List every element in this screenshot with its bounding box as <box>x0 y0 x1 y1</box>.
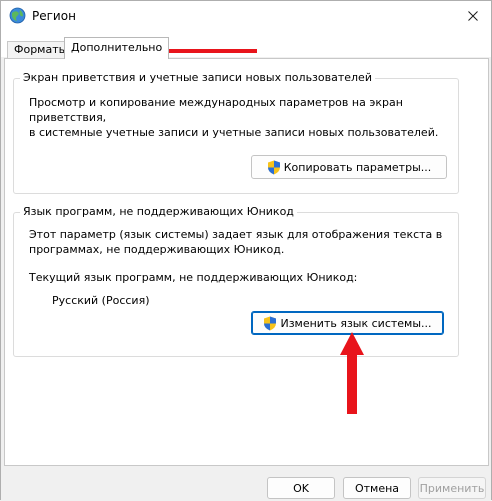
globe-icon <box>9 7 26 24</box>
current-language-value: Русский (Россия) <box>52 294 150 307</box>
ok-button[interactable]: OK <box>267 477 335 499</box>
tab-panel-advanced: Экран приветствия и учетные записи новых… <box>4 58 489 466</box>
window-title: Регион <box>32 9 76 23</box>
copy-settings-button[interactable]: Копировать параметры... <box>251 155 447 179</box>
change-system-locale-button[interactable]: Изменить язык системы... <box>251 311 444 335</box>
dialog-footer: OK Отмена Применить <box>1 466 491 501</box>
welcome-description-line1: Просмотр и копирование международных пар… <box>29 96 403 124</box>
close-icon <box>468 11 478 21</box>
current-language-label: Текущий язык программ, не поддерживающих… <box>29 271 358 284</box>
welcome-description: Просмотр и копирование международных пар… <box>29 95 458 140</box>
copy-settings-label: Копировать параметры... <box>283 160 432 174</box>
welcome-description-line2: в системные учетные записи и учетные зап… <box>29 126 439 139</box>
tab-advanced[interactable]: Дополнительно <box>64 37 170 59</box>
cancel-button[interactable]: Отмена <box>343 477 411 499</box>
change-system-locale-label: Изменить язык системы... <box>280 316 432 330</box>
non-unicode-group-title: Язык программ, не поддерживающих Юникод <box>20 205 297 218</box>
uac-shield-icon <box>264 316 277 330</box>
close-button[interactable] <box>461 4 485 28</box>
welcome-group-title: Экран приветствия и учетные записи новых… <box>20 71 375 84</box>
non-unicode-description-line1: Этот параметр (язык системы) задает язык… <box>29 228 443 241</box>
welcome-screen-group: Экран приветствия и учетные записи новых… <box>13 71 459 194</box>
uac-shield-icon <box>267 160 280 174</box>
non-unicode-description-line2: программах, не поддерживающих Юникод. <box>29 243 285 256</box>
title-bar: Регион <box>1 1 491 31</box>
apply-button[interactable]: Применить <box>418 477 486 499</box>
non-unicode-description: Этот параметр (язык системы) задает язык… <box>29 227 442 257</box>
region-dialog: Регион Форматы Дополнительно Экран приве… <box>0 0 492 501</box>
non-unicode-group: Язык программ, не поддерживающих Юникод … <box>13 205 459 357</box>
